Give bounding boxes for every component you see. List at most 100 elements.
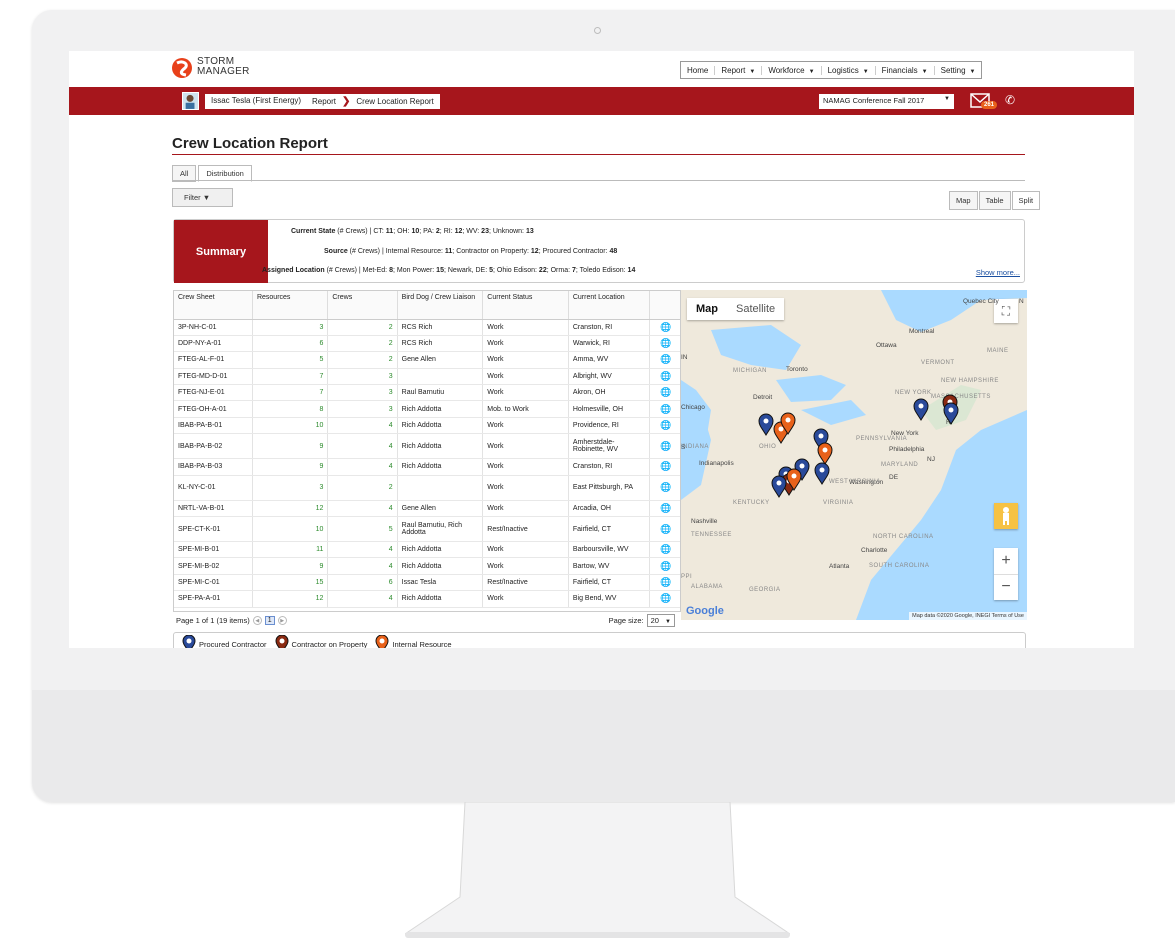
crew-location-pin[interactable] — [913, 398, 929, 421]
nav-setting[interactable]: Setting ▼ — [935, 66, 982, 75]
locate-globe-icon[interactable]: 🌐 — [649, 541, 680, 559]
summary-assigned-location: Assigned Location (# Crews) | Met-Ed: 8;… — [262, 267, 636, 274]
table-row[interactable]: SPE-MI-B-01 11 4 Rich Addotta Work Barboursvi… — [174, 541, 680, 559]
summary-panel: Summary Current State (# Crews) | CT: 11… — [173, 219, 1025, 283]
locate-globe-icon[interactable]: 🌐 — [649, 384, 680, 402]
summary-item-label: WV: — [466, 228, 482, 235]
col-crews[interactable]: Crews — [327, 291, 398, 320]
nav-workforce[interactable]: Workforce ▼ — [762, 65, 822, 75]
crew-location-pin[interactable] — [817, 442, 833, 465]
table-row[interactable]: FTEG-MD-D-01 7 3 Work Albright, WV 🌐 — [174, 368, 680, 386]
cell-crew-sheet: IBAB-PA-B-03 — [174, 458, 253, 476]
locate-globe-icon[interactable]: 🌐 — [649, 433, 680, 460]
cell-status: Mob. to Work — [482, 400, 569, 418]
summary-item-label: Ohio Edison: — [496, 267, 539, 274]
locate-globe-icon[interactable]: 🌐 — [649, 319, 680, 336]
user-select[interactable]: Issac Tesla (First Energy) ▼ — [205, 94, 320, 109]
col-current-status[interactable]: Current Status — [482, 291, 569, 320]
locate-globe-icon[interactable]: 🌐 — [649, 351, 680, 369]
locate-globe-icon[interactable]: 🌐 — [649, 368, 680, 386]
procured-pin-icon — [182, 635, 196, 648]
locate-globe-icon[interactable]: 🌐 — [649, 417, 680, 435]
view-table-button[interactable]: Table — [978, 191, 1011, 210]
locate-globe-icon[interactable]: 🌐 — [649, 557, 680, 575]
summary-source: Source (# Crews) | Internal Resource: 11… — [324, 248, 618, 255]
cell-crew-sheet: SPE-MI-B-02 — [174, 557, 253, 575]
locate-globe-icon[interactable]: 🌐 — [649, 574, 680, 592]
show-more-link[interactable]: Show more... — [976, 268, 1020, 277]
table-row[interactable]: IBAB-PA-B-02 9 4 Rich Addotta Work Amherstdal… — [174, 433, 680, 460]
table-row[interactable]: FTEG-AL-F-01 5 2 Gene Allen Work Amma, WV 🌐 — [174, 351, 680, 369]
nav-logistics[interactable]: Logistics ▼ — [822, 65, 876, 75]
cell-crews: 2 — [327, 475, 398, 501]
page-size-select[interactable]: 20 ▼ — [646, 614, 675, 627]
cell-location: Arcadia, OH — [568, 500, 651, 518]
locate-globe-icon[interactable]: 🌐 — [649, 335, 680, 353]
storm-logo-icon — [172, 58, 192, 78]
crew-table: Crew Sheet Resources Crews Bird Dog / Cr… — [173, 290, 681, 630]
cell-resources: 6 — [252, 335, 329, 353]
cell-status: Work — [482, 351, 569, 369]
phone-icon[interactable]: ✆ — [1005, 93, 1015, 107]
filter-button[interactable]: Filter ▼ — [172, 188, 233, 207]
event-select[interactable]: NAMAG Conference Fall 2017 ▼ — [819, 94, 954, 109]
col-crew-sheet[interactable]: Crew Sheet — [174, 291, 253, 320]
locate-globe-icon[interactable]: 🌐 — [649, 590, 680, 608]
locate-globe-icon[interactable]: 🌐 — [649, 475, 680, 501]
prev-page-icon[interactable]: ◀ — [252, 616, 262, 625]
monitor-frame: STORM MANAGER Home Report ▼ Workforce ▼ Lo… — [32, 10, 1175, 802]
cell-bird-dog — [397, 368, 484, 386]
locate-globe-icon[interactable]: 🌐 — [649, 516, 680, 543]
summary-item-label: Procured Contractor: — [542, 248, 610, 255]
map-attribution[interactable]: Map data ©2020 Google, INEGI Terms of Us… — [909, 612, 1027, 620]
cell-crew-sheet: FTEG-OH-A-01 — [174, 400, 253, 418]
table-row[interactable]: FTEG-NJ-E-01 7 3 Raul Barnutiu Work Akron, OH… — [174, 384, 680, 402]
table-row[interactable]: 3P-NH-C-01 3 2 RCS Rich Work Cranston, RI 🌐 — [174, 319, 680, 336]
summary-item-value: 12 — [530, 248, 539, 255]
col-resources[interactable]: Resources — [252, 291, 329, 320]
cell-crews: 6 — [327, 574, 398, 592]
chevron-right-icon: ❯ — [342, 96, 351, 107]
table-row[interactable]: IBAB-PA-B-03 9 4 Rich Addotta Work Cranston, … — [174, 458, 680, 476]
cell-crew-sheet: FTEG-MD-D-01 — [174, 368, 253, 386]
table-row[interactable]: SPE-CT-K-01 10 5 Raul Barnutiu, Rich Addott… — [174, 516, 680, 543]
table-row[interactable]: KL-NY-C-01 3 2 Work East Pittsburgh, PA 🌐 — [174, 475, 680, 501]
table-row[interactable]: SPE-MI-B-02 9 4 Rich Addotta Work Bartow, WV 🌐 — [174, 557, 680, 575]
table-row[interactable]: FTEG-OH-A-01 8 3 Rich Addotta Mob. to Work Ho… — [174, 400, 680, 418]
table-row[interactable]: SPE-PA-A-01 12 4 Rich Addotta Work Big Bend, … — [174, 590, 680, 608]
nav-report[interactable]: Report ▼ — [715, 65, 763, 75]
table-row[interactable]: SPE-MI-C-01 15 6 Issac Tesla Rest/Inactive Fa… — [174, 574, 680, 592]
cell-status: Work — [482, 590, 569, 608]
locate-globe-icon[interactable]: 🌐 — [649, 500, 680, 518]
cell-crew-sheet: IBAB-PA-B-02 — [174, 433, 253, 460]
summary-item-value: 48 — [609, 248, 618, 255]
nav-financials[interactable]: Financials ▼ — [876, 65, 935, 75]
mail-count-badge: 261 — [981, 101, 998, 109]
tabs-divider — [172, 180, 1025, 181]
cell-location: Barboursville, WV — [568, 541, 651, 559]
crew-location-pin[interactable] — [771, 475, 787, 498]
cell-resources: 12 — [252, 590, 329, 608]
view-map-button[interactable]: Map — [949, 191, 978, 210]
current-page-button[interactable]: 1 — [264, 616, 275, 625]
next-page-icon[interactable]: ▶ — [277, 616, 287, 625]
view-split-button[interactable]: Split — [1011, 191, 1041, 210]
cell-location: Amherstdale-Robinette, WV — [568, 433, 651, 460]
locate-globe-icon[interactable]: 🌐 — [649, 458, 680, 476]
breadcrumb-report[interactable]: Report — [312, 97, 336, 106]
summary-item-label: Newark, DE: — [447, 267, 490, 274]
avatar[interactable] — [182, 92, 199, 110]
cell-bird-dog: RCS Rich — [397, 319, 484, 336]
crew-location-pin[interactable] — [814, 462, 830, 485]
col-current-location[interactable]: Current Location — [568, 291, 651, 320]
table-row[interactable]: IBAB-PA-B-01 10 4 Rich Addotta Work Providenc… — [174, 417, 680, 435]
crew-location-pin[interactable] — [758, 413, 774, 436]
col-bird-dog[interactable]: Bird Dog / Crew Liaison — [397, 291, 484, 320]
table-row[interactable]: DDP-NY-A-01 6 2 RCS Rich Work Warwick, RI 🌐 — [174, 335, 680, 353]
crew-map[interactable]: Map Satellite ⛶ + − Quebec City Montreal O… — [681, 290, 1027, 620]
table-row[interactable]: NRTL-VA-B-01 12 4 Gene Allen Work Arcadia, OH… — [174, 500, 680, 518]
cell-resources: 3 — [252, 475, 329, 501]
crew-location-pin[interactable] — [943, 402, 959, 425]
nav-home[interactable]: Home — [681, 65, 716, 75]
locate-globe-icon[interactable]: 🌐 — [649, 400, 680, 418]
